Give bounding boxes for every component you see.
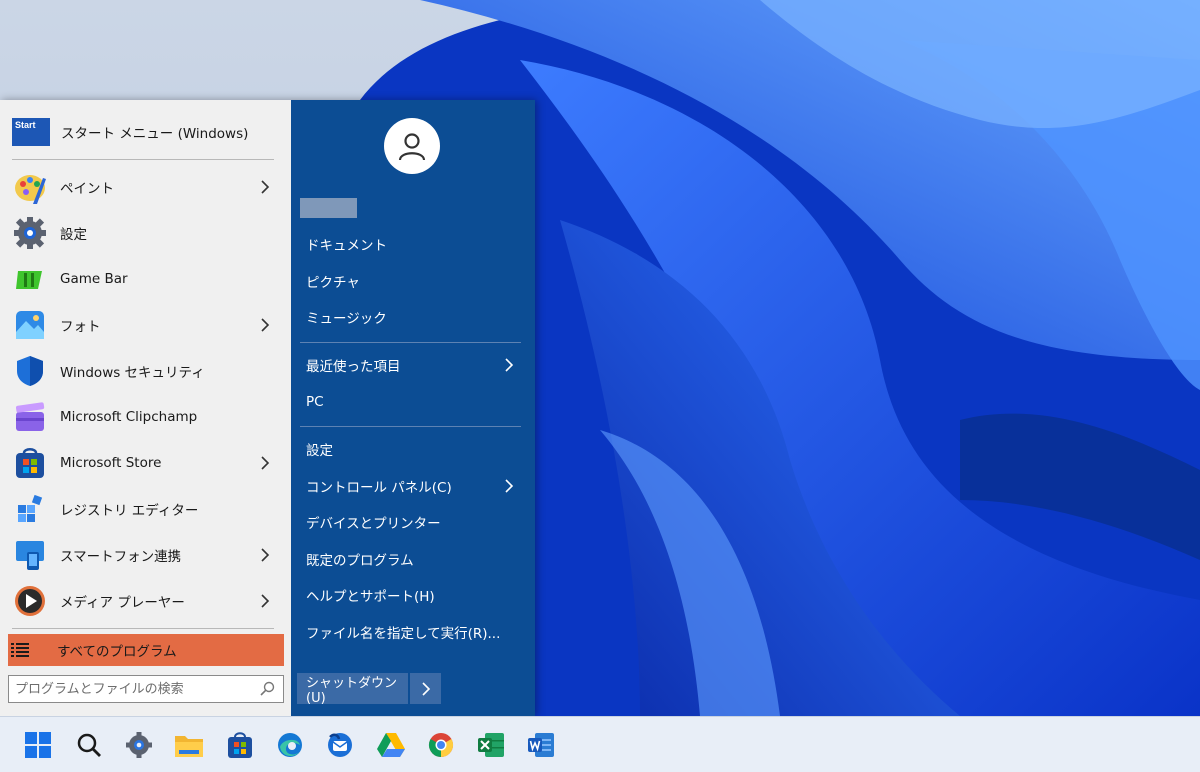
places-label: ファイル名を指定して実行(R)... [306,626,501,642]
places-label: 設定 [306,443,333,459]
program-item-microsoft-store[interactable]: Microsoft Store [0,440,291,486]
program-label: フォト [60,319,101,335]
start-menu-places-pane: ドキュメント ピクチャ ミュージック 最近使った項目 PC 設定 コントロール … [291,100,535,716]
clipchamp-icon [12,399,48,435]
places-label: ミュージック [306,311,387,327]
places-label: デバイスとプリンター [306,516,441,532]
program-label: スマートフォン連携 [60,549,182,565]
all-programs-button[interactable]: すべてのプログラム [8,634,284,666]
places-item-pc[interactable]: PC [291,385,535,419]
photos-icon [12,307,48,343]
places-item-documents[interactable]: ドキュメント [291,227,535,261]
taskbar [0,716,1200,772]
start-menu-header[interactable]: Start スタート メニュー (Windows) [0,116,291,148]
program-item-settings[interactable]: 設定 [0,210,291,256]
places-label: 既定のプログラム [306,553,414,569]
user-icon [398,133,426,161]
places-item-help-support[interactable]: ヘルプとサポート(H) [291,578,535,612]
places-label: コントロール パネル(C) [306,480,452,496]
shutdown-button[interactable]: シャットダウン(U) [297,673,408,706]
program-item-windows-security[interactable]: Windows セキュリティ [0,348,291,394]
chevron-right-icon [261,594,270,608]
program-item-media-player[interactable]: メディア プレーヤー [0,578,291,624]
settings-icon[interactable] [123,729,155,761]
search-icon [260,681,275,696]
media-player-icon [12,583,48,619]
search-icon[interactable] [73,729,105,761]
program-item-phone-link[interactable]: スマートフォン連携 [0,532,291,578]
start-menu-header-label: スタート メニュー (Windows) [61,126,249,142]
program-label: Microsoft Clipchamp [60,409,198,425]
program-label: Windows セキュリティ [60,365,205,381]
program-label: メディア プレーヤー [60,595,185,611]
shutdown-options-button[interactable] [410,673,441,704]
chevron-right-icon [421,681,430,696]
windows-start-icon[interactable] [22,729,54,761]
word-icon[interactable] [525,729,557,761]
phone-link-icon [12,537,48,573]
divider [12,628,274,629]
program-label: レジストリ エディター [60,503,199,519]
divider [12,159,274,160]
chevron-right-icon [261,318,270,332]
program-item-registry-editor[interactable]: レジストリ エディター [0,486,291,532]
chrome-icon[interactable] [425,729,457,761]
places-item-run[interactable]: ファイル名を指定して実行(R)... [291,615,535,649]
places-label: ドキュメント [306,238,387,254]
places-item-pictures[interactable]: ピクチャ [291,264,535,298]
places-item-music[interactable]: ミュージック [291,300,535,334]
edge-icon[interactable] [274,729,306,761]
chevron-right-icon [261,180,270,194]
chevron-right-icon [261,456,270,470]
places-label: 最近使った項目 [306,359,401,375]
program-item-paint[interactable]: ペイント [0,164,291,210]
list-icon [11,643,29,657]
settings-gear-icon [12,215,48,251]
start-menu-programs-pane: Start スタート メニュー (Windows) ペイント 設定 Game B… [0,100,291,716]
registry-editor-icon [12,491,48,527]
places-label: PC [306,394,324,410]
program-item-clipchamp[interactable]: Microsoft Clipchamp [0,394,291,440]
file-explorer-icon[interactable] [173,729,205,761]
places-label: ピクチャ [306,275,360,291]
places-item-control-panel[interactable]: コントロール パネル(C) [291,469,535,503]
divider [300,426,521,427]
google-drive-icon[interactable] [375,729,407,761]
chevron-right-icon [261,548,270,562]
thunderbird-icon[interactable] [324,729,356,761]
store-bag-icon [12,445,48,481]
shutdown-label: シャットダウン(U) [306,675,398,706]
microsoft-store-icon[interactable] [224,729,256,761]
divider [300,342,521,343]
windows-security-shield-icon [12,353,48,389]
chevron-right-icon [505,479,514,493]
program-label: ペイント [60,181,114,197]
places-item-settings[interactable]: 設定 [291,432,535,466]
start-menu: Start スタート メニュー (Windows) ペイント 設定 Game B… [0,100,535,716]
program-label: Microsoft Store [60,455,162,471]
program-label: 設定 [60,227,87,243]
places-item-recent[interactable]: 最近使った項目 [291,348,535,382]
game-bar-icon [12,261,48,297]
all-programs-label: すべてのプログラム [57,644,177,660]
search-input[interactable] [8,675,284,703]
program-label: Game Bar [60,271,128,287]
paint-icon [12,169,48,205]
excel-icon[interactable] [475,729,507,761]
user-avatar[interactable] [384,118,440,174]
program-item-game-bar[interactable]: Game Bar [0,256,291,302]
chevron-right-icon [505,358,514,372]
places-item-devices-printers[interactable]: デバイスとプリンター [291,505,535,539]
start-menu-app-icon: Start [12,118,50,146]
places-item-default-programs[interactable]: 既定のプログラム [291,542,535,576]
username-redacted [300,198,357,218]
places-label: ヘルプとサポート(H) [306,589,435,605]
program-item-photos[interactable]: フォト [0,302,291,348]
